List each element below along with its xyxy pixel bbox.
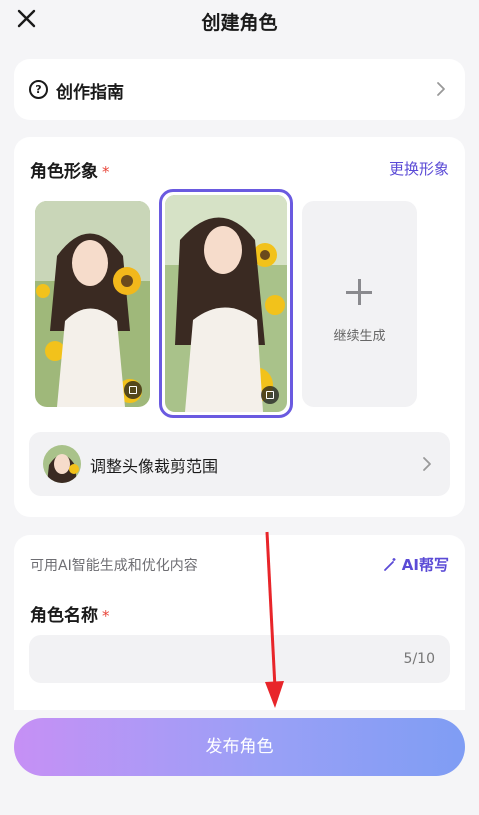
header: 创建角色 xyxy=(0,0,479,42)
crop-icon[interactable] xyxy=(124,381,142,399)
plus-icon xyxy=(346,279,372,305)
question-circle-icon: ? xyxy=(29,80,48,99)
creation-guide-row[interactable]: ? 创作指南 xyxy=(14,59,465,120)
avatar xyxy=(43,445,81,483)
creation-guide-label: 创作指南 xyxy=(56,83,124,103)
change-appearance-link[interactable]: 更换形象 xyxy=(389,158,449,179)
ai-help-button[interactable]: AI帮写 xyxy=(382,554,449,575)
appearance-option-1[interactable] xyxy=(35,201,150,407)
appearance-option-2-selected[interactable] xyxy=(159,189,293,418)
annotation-arrow-icon xyxy=(265,531,284,708)
generate-more-button[interactable]: 继续生成 xyxy=(302,201,417,407)
required-mark: * xyxy=(102,163,110,181)
ai-hint-text: 可用AI智能生成和优化内容 xyxy=(30,558,198,574)
appearance-title-text: 角色形象 xyxy=(30,162,98,182)
adjust-crop-label: 调整头像裁剪范围 xyxy=(90,457,219,476)
page-title: 创建角色 xyxy=(201,12,278,34)
character-name-card: 可用AI智能生成和优化内容 AI帮写 角色名称 * 5/10 xyxy=(14,535,465,735)
character-name-input[interactable] xyxy=(29,635,450,683)
character-appearance-card: 角色形象 * 更换形象 继续生成 调整头像裁剪范围 xyxy=(14,137,465,517)
chevron-right-icon xyxy=(423,457,431,471)
crop-icon[interactable] xyxy=(261,386,279,404)
character-name-title-text: 角色名称 xyxy=(30,606,98,626)
character-count: 5/10 xyxy=(403,651,435,667)
adjust-avatar-crop-row[interactable]: 调整头像裁剪范围 xyxy=(29,432,450,496)
ai-help-label: AI帮写 xyxy=(401,556,449,574)
publish-character-button[interactable]: 发布角色 xyxy=(14,718,465,776)
generate-more-label: 继续生成 xyxy=(333,329,386,344)
required-mark: * xyxy=(102,607,110,625)
magic-wand-icon xyxy=(383,558,396,571)
portrait-image xyxy=(35,201,150,407)
appearance-title: 角色形象 * xyxy=(30,157,110,182)
chevron-right-icon xyxy=(437,82,445,96)
character-name-title: 角色名称 * xyxy=(30,601,110,626)
portrait-image xyxy=(165,195,287,412)
